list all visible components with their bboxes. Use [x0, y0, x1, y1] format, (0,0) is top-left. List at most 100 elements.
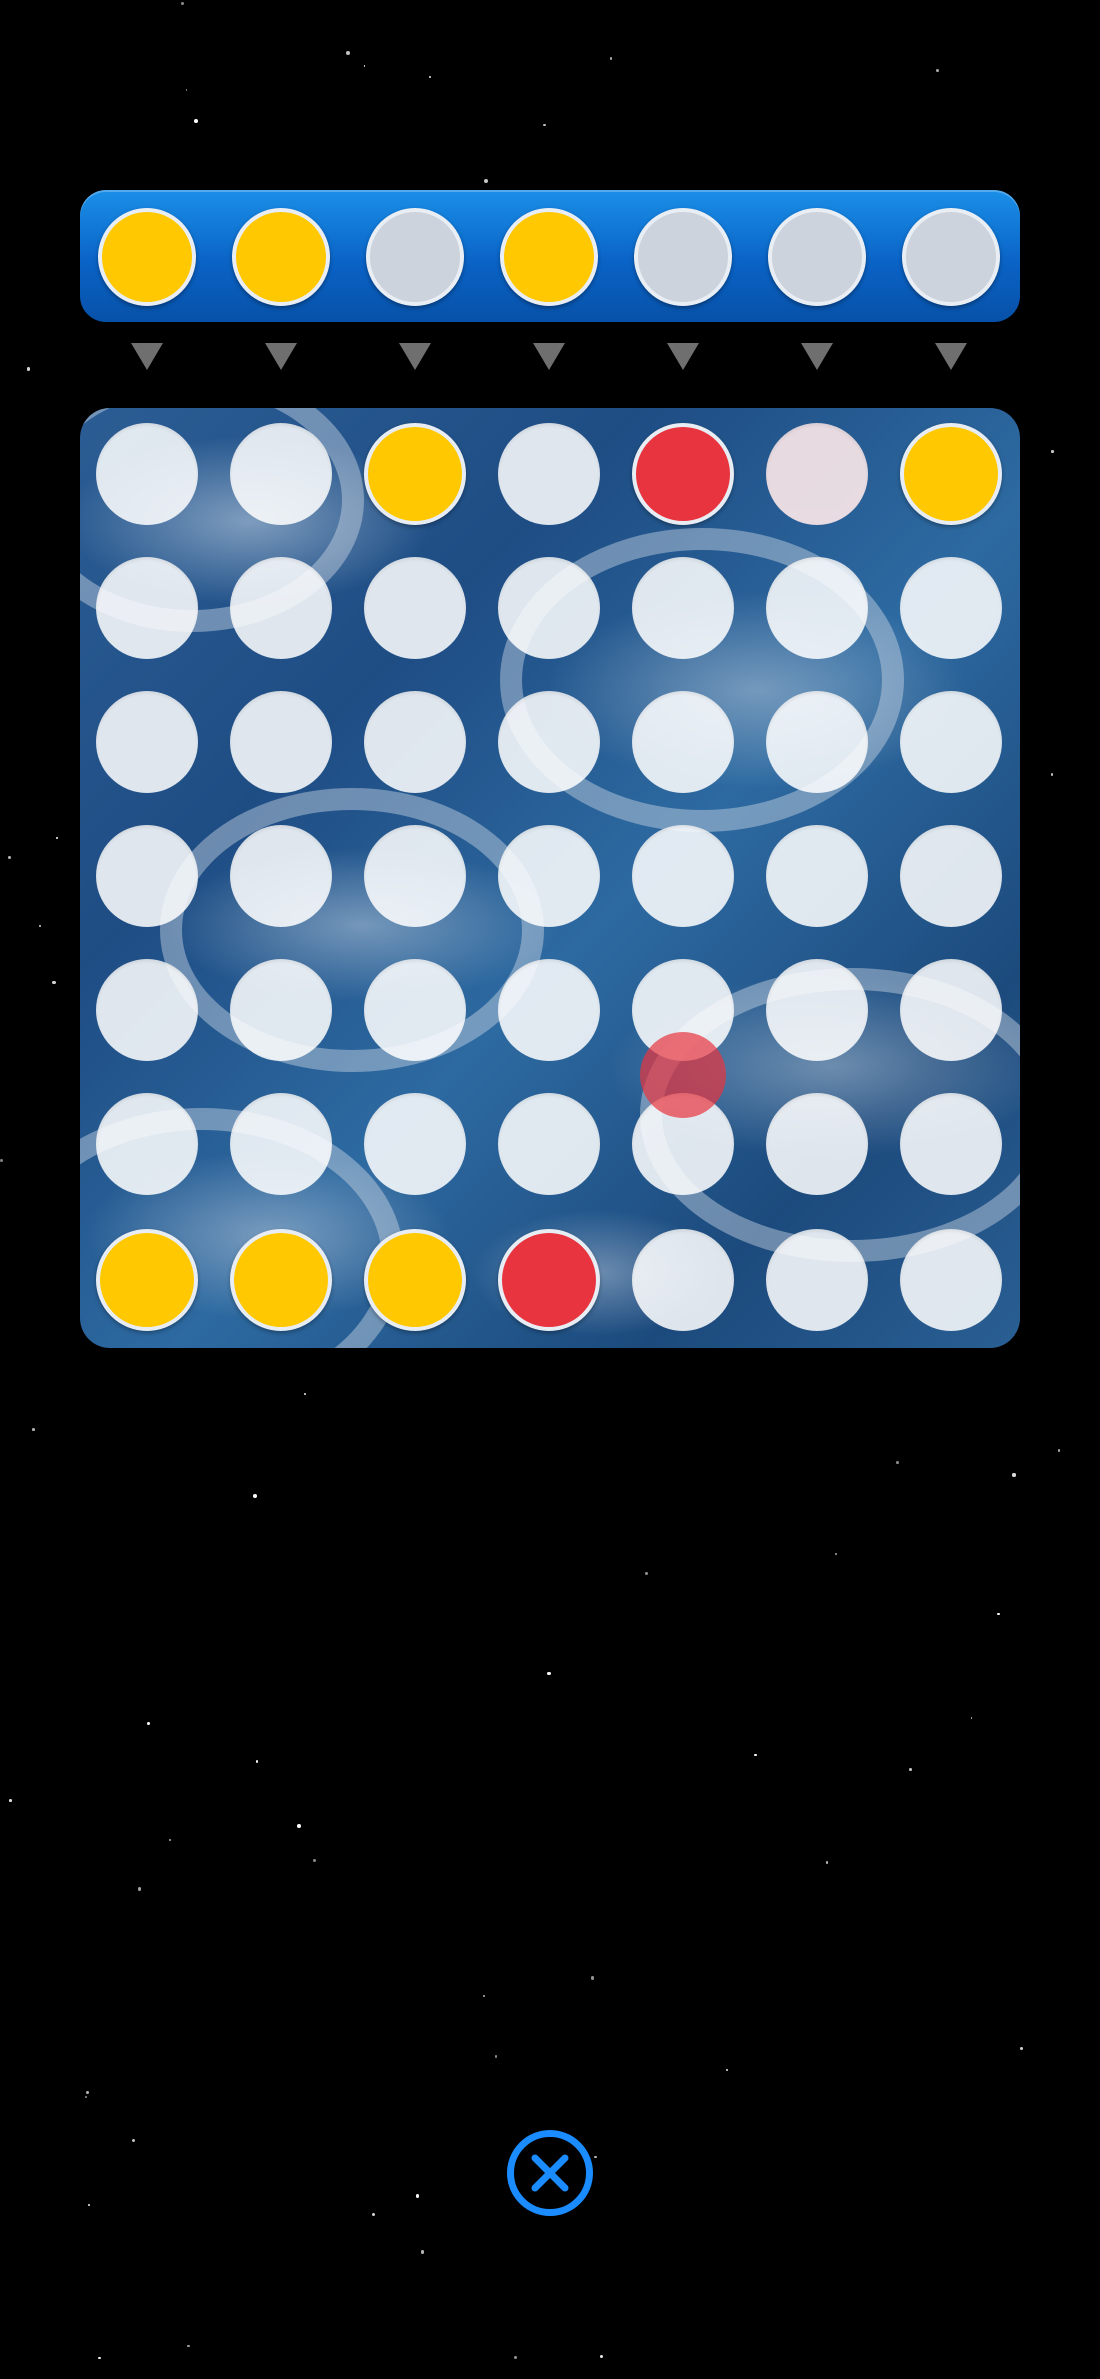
star-dot [825, 1861, 829, 1865]
star-dot [1051, 449, 1054, 453]
board-cell-r3-c3-empty[interactable] [364, 691, 466, 793]
board-cell-r6-c6-empty[interactable] [766, 1093, 868, 1195]
selector-slot-5-empty[interactable] [634, 208, 732, 306]
star-dot [547, 1671, 551, 1676]
board-cell-r1-c1-empty[interactable] [96, 423, 198, 525]
star-dot [609, 57, 613, 60]
board-cell-r5-c1-empty[interactable] [96, 959, 198, 1061]
board-cell-r3-c5-empty[interactable] [632, 691, 734, 793]
board-cell-r2-c3-empty[interactable] [364, 557, 466, 659]
board-cell-r4-c4-empty[interactable] [498, 825, 600, 927]
board-cell-r7-c7-empty[interactable] [900, 1229, 1002, 1331]
board-cell-r7-c2-yellow[interactable] [230, 1229, 332, 1331]
board-cell-r2-c2-empty[interactable] [230, 557, 332, 659]
star-dot [543, 123, 546, 126]
star-dot [754, 1753, 757, 1757]
star-dot [137, 1887, 142, 1891]
board-cell-r6-c7-empty[interactable] [900, 1093, 1002, 1195]
star-dot [726, 2068, 729, 2071]
star-dot [187, 2344, 191, 2348]
star-dot [132, 2138, 136, 2142]
star-dot [599, 2355, 603, 2359]
star-dot [56, 836, 59, 840]
star-dot [482, 1994, 486, 1998]
board-cell-r6-c5-empty[interactable] [632, 1093, 734, 1195]
board-cell-r5-c5-empty[interactable] [632, 959, 734, 1061]
star-dot [908, 1768, 912, 1771]
board-cell-r5-c2-empty[interactable] [230, 959, 332, 1061]
board-cell-r6-c1-empty[interactable] [96, 1093, 198, 1195]
board-cell-r2-c7-empty[interactable] [900, 557, 1002, 659]
board-cell-r1-c7-yellow[interactable] [900, 423, 1002, 525]
board-cell-r5-c4-empty[interactable] [498, 959, 600, 1061]
drop-arrow-column-5-triangle-down-icon[interactable] [667, 343, 699, 370]
board-cell-r5-c6-empty[interactable] [766, 959, 868, 1061]
star-dot [513, 2356, 517, 2360]
star-dot [297, 1823, 302, 1828]
board-cell-r4-c5-empty[interactable] [632, 825, 734, 927]
board-cell-r3-c2-empty[interactable] [230, 691, 332, 793]
board-cell-r6-c4-empty[interactable] [498, 1093, 600, 1195]
board-cell-r1-c4-empty[interactable] [498, 423, 600, 525]
star-dot [7, 855, 11, 859]
star-dot [86, 2090, 90, 2094]
star-dot [32, 1428, 36, 1431]
board-cell-r2-c4-empty[interactable] [498, 557, 600, 659]
drop-arrow-column-4-triangle-down-icon[interactable] [533, 343, 565, 370]
board-cell-r3-c4-empty[interactable] [498, 691, 600, 793]
star-dot [38, 925, 41, 928]
board-cell-r1-c6-hint[interactable] [766, 423, 868, 525]
star-dot [185, 88, 188, 91]
drop-arrow-column-6-triangle-down-icon[interactable] [801, 343, 833, 370]
drop-arrow-column-1-triangle-down-icon[interactable] [131, 343, 163, 370]
selector-slot-4-yellow[interactable] [500, 208, 598, 306]
board-cell-r1-c3-yellow[interactable] [364, 423, 466, 525]
board-cell-r7-c6-empty[interactable] [766, 1229, 868, 1331]
selector-slot-7-empty[interactable] [902, 208, 1000, 306]
star-dot [1057, 1449, 1061, 1452]
star-dot [147, 1722, 151, 1726]
board-cell-r1-c5-red[interactable] [632, 423, 734, 525]
star-dot [26, 367, 31, 371]
star-dot [1050, 773, 1054, 776]
star-dot [52, 980, 56, 984]
board-cell-r3-c6-empty[interactable] [766, 691, 868, 793]
board-cell-r5-c3-empty[interactable] [364, 959, 466, 1061]
star-dot [256, 1760, 259, 1763]
game-board [80, 408, 1020, 1348]
board-cell-r2-c6-empty[interactable] [766, 557, 868, 659]
board-cell-r4-c6-empty[interactable] [766, 825, 868, 927]
star-dot [997, 1612, 1000, 1616]
selector-slot-2-yellow[interactable] [232, 208, 330, 306]
board-cell-r3-c1-empty[interactable] [96, 691, 198, 793]
board-cell-r7-c4-red[interactable] [498, 1229, 600, 1331]
board-cell-r7-c1-yellow[interactable] [96, 1229, 198, 1331]
board-cell-r4-c7-empty[interactable] [900, 825, 1002, 927]
star-dot [181, 2, 185, 6]
board-cell-r6-c2-empty[interactable] [230, 1093, 332, 1195]
board-cell-r5-c7-empty[interactable] [900, 959, 1002, 1061]
star-dot [1012, 1473, 1016, 1477]
star-dot [895, 1461, 899, 1465]
star-dot [590, 1976, 595, 1980]
board-cell-r7-c5-empty[interactable] [632, 1229, 734, 1331]
board-cell-r4-c2-empty[interactable] [230, 825, 332, 927]
close-button[interactable] [507, 2130, 593, 2216]
star-dot [970, 1717, 973, 1719]
board-cell-r6-c3-empty[interactable] [364, 1093, 466, 1195]
board-cell-r2-c5-empty[interactable] [632, 557, 734, 659]
selector-slot-1-yellow[interactable] [98, 208, 196, 306]
star-dot [593, 2155, 597, 2159]
drop-arrow-column-2-triangle-down-icon[interactable] [265, 343, 297, 370]
board-cell-r4-c3-empty[interactable] [364, 825, 466, 927]
board-cell-r3-c7-empty[interactable] [900, 691, 1002, 793]
drop-arrow-column-7-triangle-down-icon[interactable] [935, 343, 967, 370]
drop-arrow-column-3-triangle-down-icon[interactable] [399, 343, 431, 370]
star-dot [193, 119, 198, 123]
board-cell-r2-c1-empty[interactable] [96, 557, 198, 659]
selector-slot-3-empty[interactable] [366, 208, 464, 306]
board-cell-r7-c3-yellow[interactable] [364, 1229, 466, 1331]
board-cell-r4-c1-empty[interactable] [96, 825, 198, 927]
board-cell-r1-c2-empty[interactable] [230, 423, 332, 525]
selector-slot-6-empty[interactable] [768, 208, 866, 306]
